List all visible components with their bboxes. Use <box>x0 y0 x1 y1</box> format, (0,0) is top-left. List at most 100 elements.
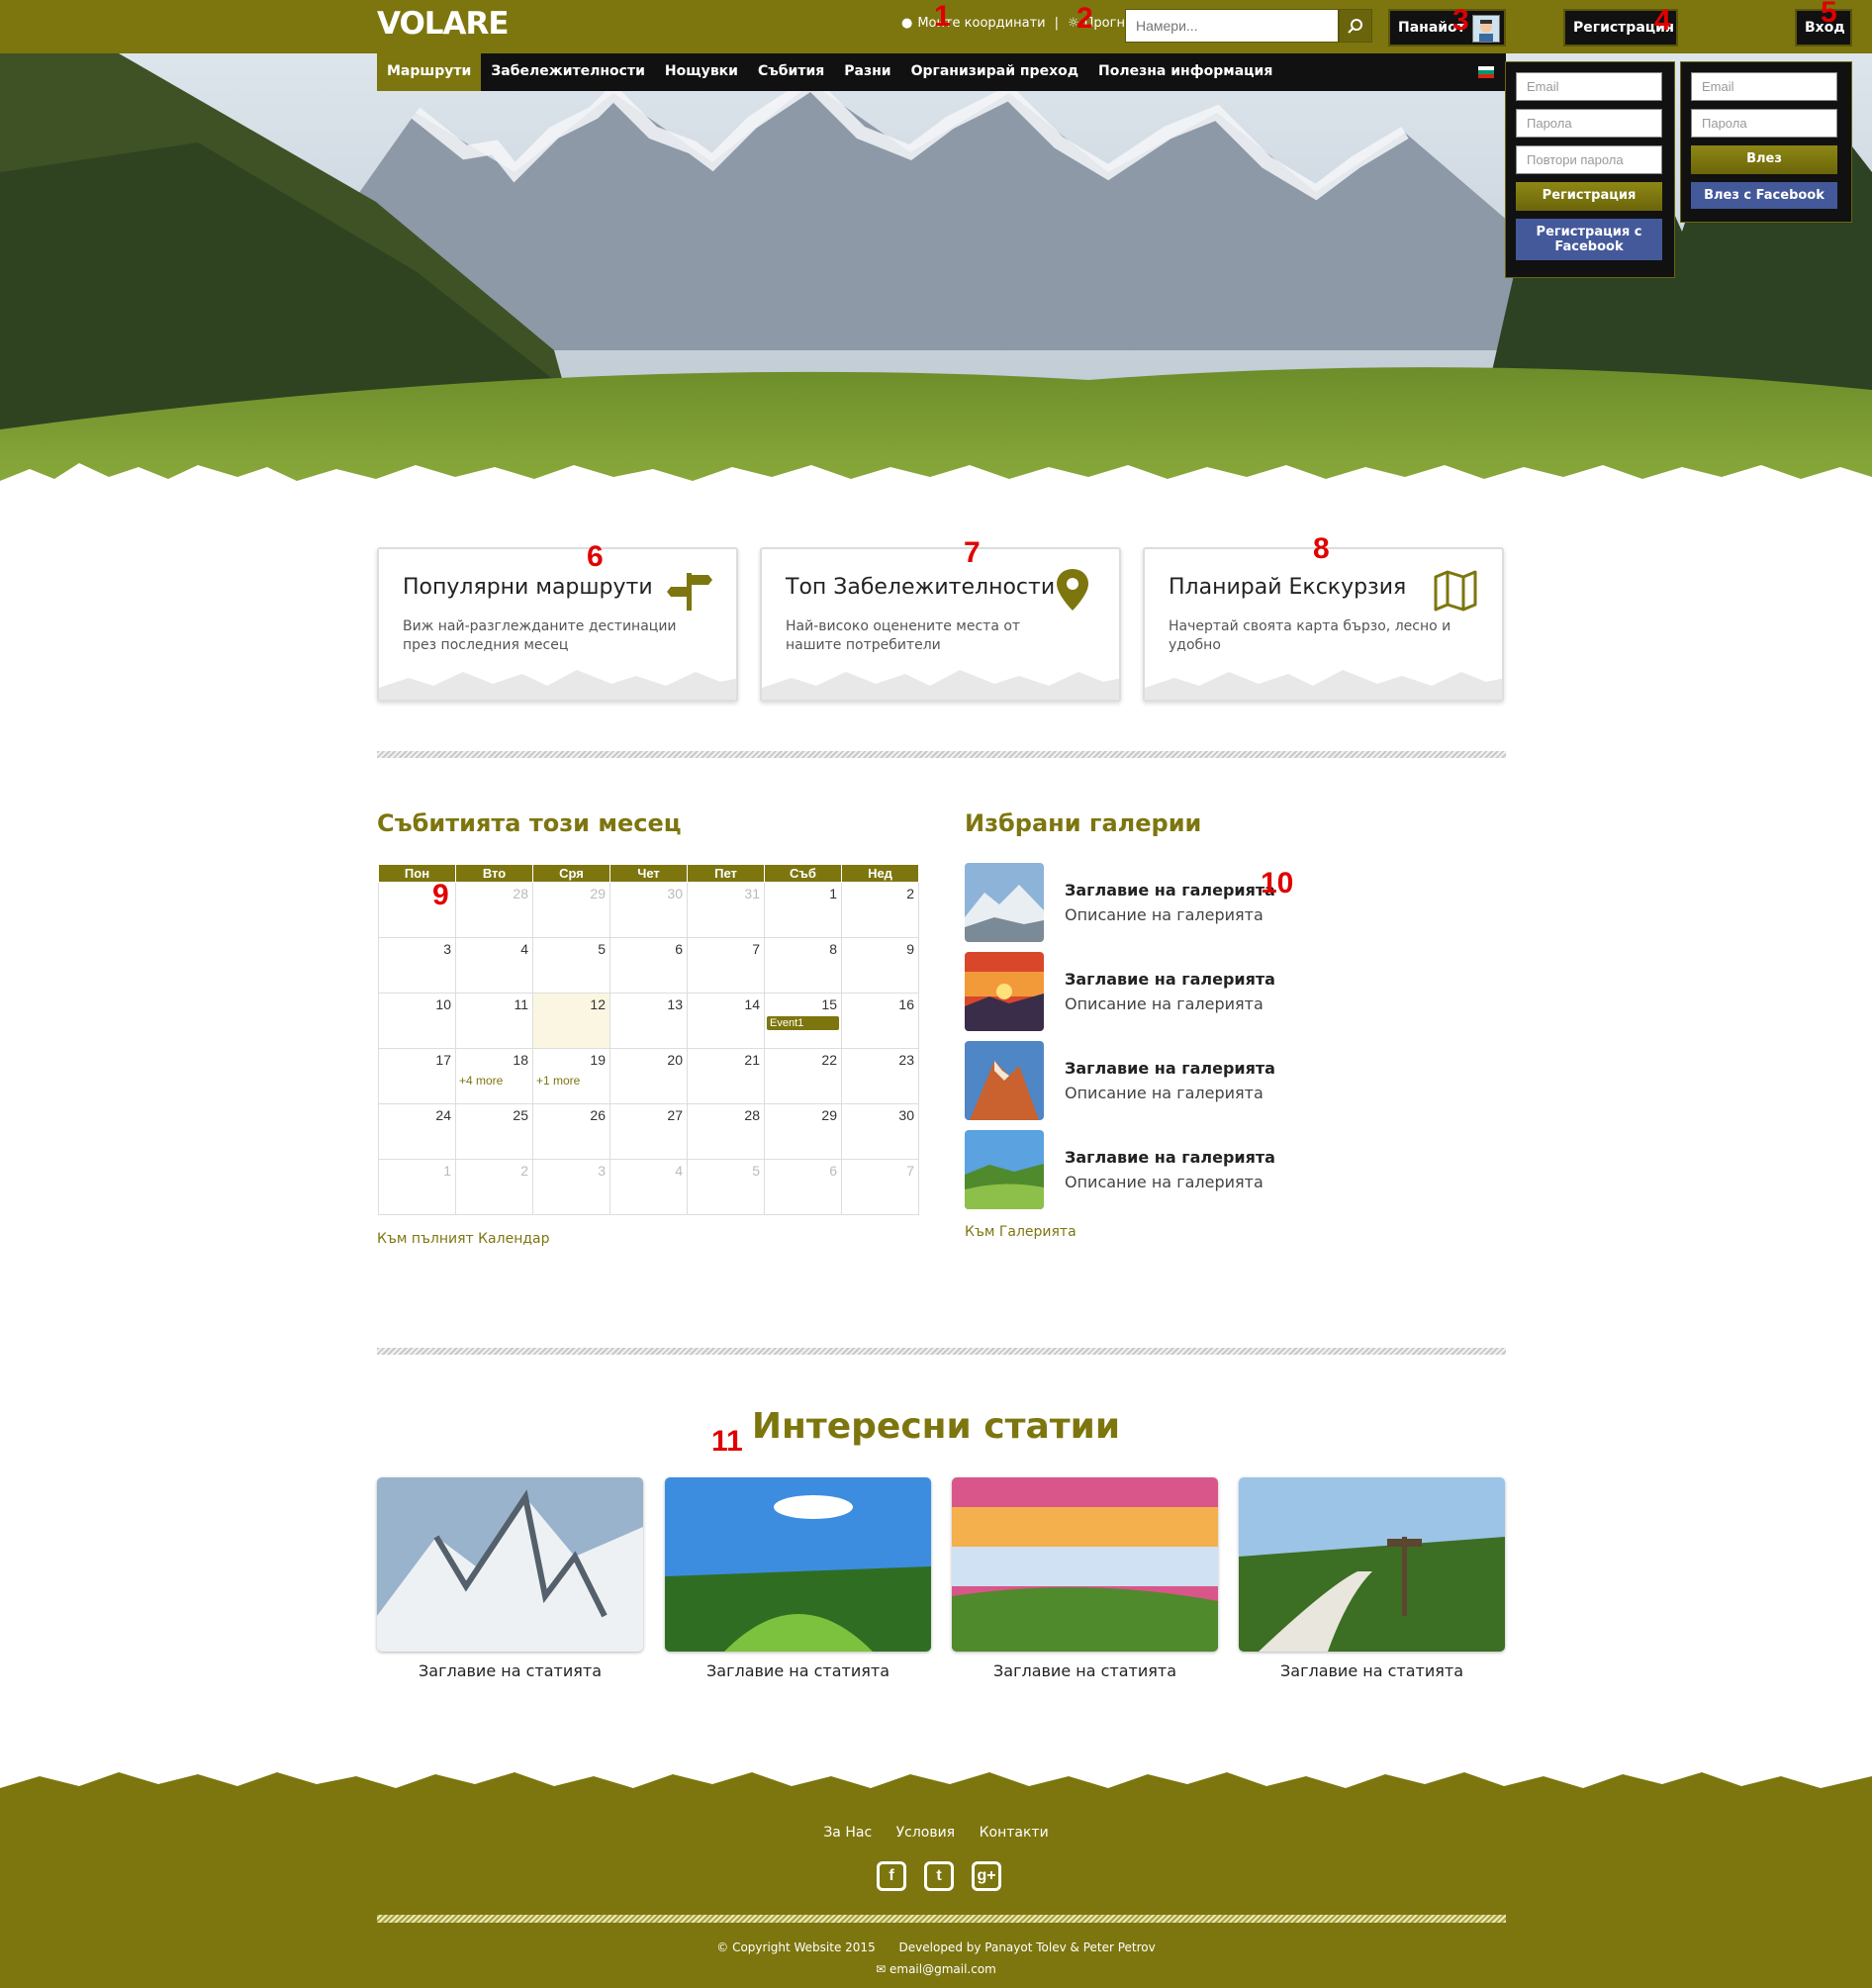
calendar-day[interactable]: 7 <box>841 1159 919 1215</box>
calendar-day[interactable]: 11 <box>455 993 533 1049</box>
user-menu-button[interactable]: Панайот <box>1388 9 1506 47</box>
calendar-day[interactable]: 12 <box>532 993 610 1049</box>
register-facebook-button[interactable]: Регистрация с Facebook <box>1516 219 1662 260</box>
calendar-day[interactable]: 6 <box>609 937 688 994</box>
calendar-day[interactable]: 2 <box>455 1159 533 1215</box>
feature-card-top-landmarks[interactable]: Топ Забележителности Най-високо оцененит… <box>760 547 1121 702</box>
login-email-field[interactable]: Email <box>1691 72 1837 101</box>
calendar-day[interactable]: 29 <box>764 1103 842 1160</box>
gallery-thumbnail[interactable] <box>965 1130 1044 1209</box>
calendar-day[interactable]: 31 <box>687 882 765 938</box>
calendar-day[interactable]: 18 +4 more <box>455 1048 533 1104</box>
nav-item-organize-hike[interactable]: Организирай преход <box>901 53 1088 91</box>
calendar-day[interactable]: 17 <box>378 1048 456 1104</box>
gallery-item[interactable]: Заглавие на галерията Описание на галери… <box>965 952 1459 1031</box>
calendar-day[interactable]: 7 <box>687 937 765 994</box>
google-plus-icon[interactable]: g+ <box>972 1861 1001 1891</box>
article-title[interactable]: Заглавие на статията <box>1239 1661 1505 1680</box>
register-password-field[interactable]: Парола <box>1516 109 1662 138</box>
search-input[interactable] <box>1125 9 1339 43</box>
calendar-day[interactable]: 24 <box>378 1103 456 1160</box>
all-galleries-link[interactable]: Към Галерията <box>965 1224 1076 1240</box>
gallery-item[interactable]: Заглавие на галерията Описание на галери… <box>965 1130 1459 1209</box>
calendar-event[interactable]: Event1 <box>767 1016 839 1030</box>
full-calendar-link[interactable]: Към пълният Календар <box>377 1231 550 1247</box>
calendar-more-link[interactable]: +4 more <box>459 1074 503 1088</box>
nav-item-useful-info[interactable]: Полезна информация <box>1088 53 1282 91</box>
article-image[interactable] <box>952 1477 1218 1652</box>
calendar-day[interactable]: 16 <box>841 993 919 1049</box>
login-password-field[interactable]: Парола <box>1691 109 1837 138</box>
calendar-day[interactable]: 29 <box>532 882 610 938</box>
gallery-title[interactable]: Заглавие на галерията <box>1065 1059 1275 1078</box>
calendar-day[interactable]: 27 <box>609 1103 688 1160</box>
gallery-item[interactable]: Заглавие на галерията Описание на галери… <box>965 1041 1459 1120</box>
calendar-day[interactable]: 21 <box>687 1048 765 1104</box>
nav-item-routes[interactable]: Маршрути <box>377 53 482 91</box>
calendar-day[interactable]: 3 <box>378 937 456 994</box>
calendar-day[interactable]: 20 <box>609 1048 688 1104</box>
calendar-day[interactable]: 22 <box>764 1048 842 1104</box>
register-email-field[interactable]: Email <box>1516 72 1662 101</box>
calendar-day[interactable]: 15 Event1 <box>764 993 842 1049</box>
facebook-icon[interactable]: f <box>877 1861 906 1891</box>
calendar-day[interactable]: 30 <box>609 882 688 938</box>
article-title[interactable]: Заглавие на статията <box>952 1661 1218 1680</box>
calendar-day[interactable]: 1 <box>378 1159 456 1215</box>
calendar-day[interactable]: 26 <box>532 1103 610 1160</box>
gallery-item[interactable]: Заглавие на галерията Описание на галери… <box>965 863 1459 942</box>
calendar-day[interactable]: 4 <box>609 1159 688 1215</box>
twitter-icon[interactable]: t <box>924 1861 954 1891</box>
article-image[interactable] <box>377 1477 643 1652</box>
nav-item-lodging[interactable]: Нощувки <box>655 53 748 91</box>
footer-link-contacts[interactable]: Контакти <box>980 1825 1049 1841</box>
feature-card-plan-trip[interactable]: Планирай Екскурзия Начертай своята карта… <box>1143 547 1504 702</box>
gallery-title[interactable]: Заглавие на галерията <box>1065 881 1275 899</box>
calendar-day[interactable]: 4 <box>455 937 533 994</box>
calendar-day[interactable]: 10 <box>378 993 456 1049</box>
nav-item-landmarks[interactable]: Забележителности <box>481 53 655 91</box>
footer-email-link[interactable]: email@gmail.com <box>889 1962 996 1976</box>
article-image[interactable] <box>665 1477 931 1652</box>
calendar-day[interactable]: 9 <box>841 937 919 994</box>
nav-item-misc[interactable]: Разни <box>834 53 900 91</box>
calendar-day[interactable]: 13 <box>609 993 688 1049</box>
article-card[interactable]: Заглавие на статията <box>1239 1477 1505 1680</box>
calendar-day[interactable]: 25 <box>455 1103 533 1160</box>
feature-card-popular-routes[interactable]: Популярни маршрути Виж най-разглежданите… <box>377 547 738 702</box>
gallery-title[interactable]: Заглавие на галерията <box>1065 1148 1275 1167</box>
gallery-thumbnail[interactable] <box>965 863 1044 942</box>
calendar-day[interactable]: 28 <box>687 1103 765 1160</box>
article-title[interactable]: Заглавие на статията <box>665 1661 931 1680</box>
gallery-thumbnail[interactable] <box>965 952 1044 1031</box>
nav-item-events[interactable]: Събития <box>748 53 834 91</box>
article-image[interactable] <box>1239 1477 1505 1652</box>
calendar-day[interactable]: 19 +1 more <box>532 1048 610 1104</box>
calendar-day[interactable]: 5 <box>687 1159 765 1215</box>
calendar-day[interactable]: 2 <box>841 882 919 938</box>
calendar-day[interactable]: 1 <box>764 882 842 938</box>
register-submit-button[interactable]: Регистрация <box>1516 182 1662 211</box>
site-logo[interactable]: VOLARE <box>377 6 510 42</box>
article-card[interactable]: Заглавие на статията <box>377 1477 643 1680</box>
article-card[interactable]: Заглавие на статията <box>665 1477 931 1680</box>
login-submit-button[interactable]: Влез <box>1691 145 1837 174</box>
calendar-day[interactable]: 3 <box>532 1159 610 1215</box>
gallery-title[interactable]: Заглавие на галерията <box>1065 970 1275 989</box>
footer-link-terms[interactable]: Условия <box>896 1825 956 1841</box>
calendar-day[interactable]: 6 <box>764 1159 842 1215</box>
calendar-day[interactable]: 8 <box>764 937 842 994</box>
calendar-day[interactable]: 30 <box>841 1103 919 1160</box>
calendar-day[interactable]: 23 <box>841 1048 919 1104</box>
gallery-thumbnail[interactable] <box>965 1041 1044 1120</box>
register-repeat-password-field[interactable]: Повтори парола <box>1516 145 1662 174</box>
calendar-day[interactable]: 28 <box>455 882 533 938</box>
calendar-day[interactable]: 5 <box>532 937 610 994</box>
bulgarian-flag-icon[interactable] <box>1478 66 1494 78</box>
login-facebook-button[interactable]: Влез с Facebook <box>1691 182 1837 209</box>
footer-link-about[interactable]: За Нас <box>823 1825 872 1841</box>
search-button[interactable] <box>1339 9 1372 43</box>
calendar-more-link[interactable]: +1 more <box>536 1074 580 1088</box>
calendar-day[interactable]: 14 <box>687 993 765 1049</box>
article-title[interactable]: Заглавие на статията <box>377 1661 643 1680</box>
